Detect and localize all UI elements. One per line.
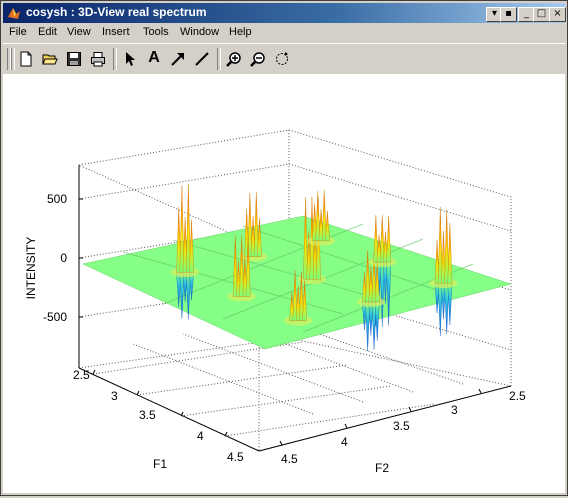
f1-tick-label: 3.5 — [139, 408, 156, 422]
matlab-logo-icon — [8, 8, 20, 19]
save-icon[interactable] — [63, 48, 85, 70]
z-tick-label: -500 — [43, 310, 67, 324]
f2-tick-label: 4 — [341, 435, 348, 449]
menu-tools[interactable]: Tools — [143, 26, 169, 38]
new-file-icon[interactable] — [15, 48, 37, 70]
menu-edit[interactable]: Edit — [38, 26, 57, 38]
zoom-out-icon[interactable] — [247, 48, 269, 70]
f1-tick-label: 3 — [111, 389, 118, 403]
z-tick-label: 500 — [47, 192, 67, 206]
f2-axis-label: F2 — [375, 461, 389, 475]
rotate-icon[interactable] — [271, 48, 293, 70]
menu-help[interactable]: Help — [229, 26, 252, 38]
f1-axis-label: F1 — [153, 457, 167, 471]
menu-insert[interactable]: Insert — [102, 26, 130, 38]
print-icon[interactable] — [87, 48, 109, 70]
open-folder-icon[interactable] — [39, 48, 61, 70]
menu-file[interactable]: File — [9, 26, 27, 38]
peak-spike — [447, 282, 453, 325]
z-axis-label: INTENSITY — [24, 237, 38, 300]
f2-tick-label: 3 — [451, 403, 458, 417]
f1-tick-label: 4 — [197, 429, 204, 443]
close-button[interactable]: × — [549, 7, 566, 22]
peak-spike — [386, 215, 392, 263]
surface-dip — [362, 301, 380, 352]
peak-spike — [447, 222, 453, 284]
pointer-arrow-icon[interactable] — [119, 48, 141, 70]
window-title: cosysh : 3D-View real spectrum — [26, 5, 207, 19]
z-tick-label: 0 — [60, 251, 67, 265]
surface-plot-axes[interactable]: 500 0 -500 2.5 3 3.5 4 4.5 4.5 4 3.5 3 2… — [3, 74, 565, 493]
f2-tick-label: 2.5 — [509, 389, 526, 403]
f2-tick-label: 4.5 — [281, 452, 298, 466]
menu-bar: File Edit View Insert Tools Window Help — [3, 23, 565, 42]
f2-tick-labels: 4.5 4 3.5 3 2.5 — [281, 389, 526, 466]
f1-tick-label: 4.5 — [227, 450, 244, 464]
menu-view[interactable]: View — [67, 26, 91, 38]
surface-dip — [434, 282, 453, 336]
arrow-icon[interactable] — [167, 48, 189, 70]
f2-tick-label: 3.5 — [393, 419, 410, 433]
insert-text-glyph: A — [148, 49, 160, 66]
f1-tick-labels: 2.5 3 3.5 4 4.5 — [73, 368, 244, 464]
insert-text-icon[interactable]: A — [143, 48, 165, 70]
dock-button[interactable]: ▪ — [500, 7, 517, 22]
line-icon[interactable] — [191, 48, 213, 70]
figure-toolbar: A — [3, 43, 565, 75]
f1-tick-label: 2.5 — [73, 368, 90, 382]
z-tick-labels: 500 0 -500 — [43, 192, 67, 324]
toolbar-separator — [113, 48, 117, 70]
matlab-figure-window: cosysh : 3D-View real spectrum ▾ ▪ _ □ ×… — [0, 0, 568, 496]
maximize-button[interactable]: □ — [533, 7, 550, 22]
title-bar[interactable]: cosysh : 3D-View real spectrum ▾ ▪ _ □ × — [3, 3, 566, 23]
toolbar-separator — [217, 48, 221, 70]
figure-canvas[interactable]: 500 0 -500 2.5 3 3.5 4 4.5 4.5 4 3.5 3 2… — [3, 74, 565, 493]
menu-window[interactable]: Window — [180, 26, 219, 38]
zoom-in-icon[interactable] — [223, 48, 245, 70]
